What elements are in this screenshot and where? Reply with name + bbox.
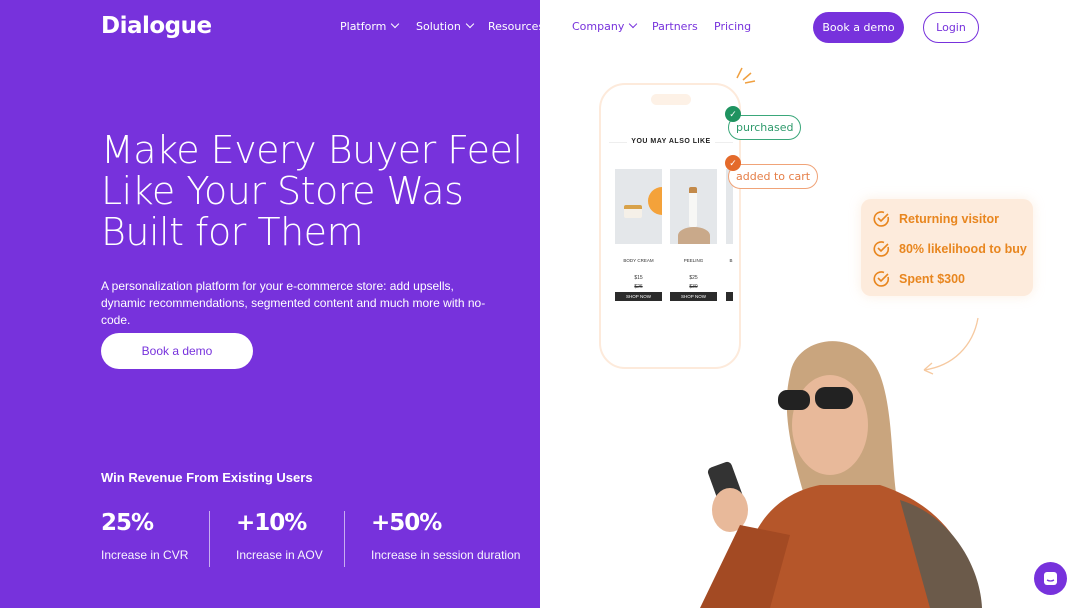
product-image-body-cream	[615, 169, 662, 244]
nav-solution[interactable]: Solution	[416, 19, 475, 33]
check-icon: ✓	[725, 155, 741, 171]
shop-now-button[interactable]	[726, 292, 733, 301]
chevron-down-icon	[629, 19, 638, 29]
nav-pricing[interactable]: Pricing	[714, 20, 751, 33]
hero-subtitle: A personalization platform for your e-co…	[101, 279, 486, 327]
nav-resources[interactable]: Resources	[488, 20, 544, 33]
added-to-cart-tag: added to cart	[728, 164, 819, 189]
login-button[interactable]: Login	[923, 12, 979, 43]
chat-icon	[1044, 572, 1057, 585]
hero-book-demo-button[interactable]: Book a demo	[101, 333, 253, 369]
visitor-attribute: Returning visitor	[899, 211, 1000, 226]
check-circle-icon	[873, 211, 890, 227]
divider	[209, 511, 210, 567]
logo[interactable]: Dialogue	[101, 13, 212, 39]
divider	[344, 511, 345, 567]
nav-company[interactable]: Company	[572, 19, 638, 33]
shop-now-button[interactable]: SHOP NOW	[670, 292, 717, 301]
phone-notch	[651, 94, 691, 105]
nav-partners[interactable]: Partners	[652, 20, 698, 33]
shop-now-button[interactable]: SHOP NOW	[615, 292, 662, 301]
sparkle-icon	[736, 67, 756, 84]
chevron-down-icon	[391, 19, 400, 29]
check-circle-icon	[873, 241, 890, 257]
page-title: Make Every Buyer Feel Like Your Store Wa…	[101, 128, 523, 254]
stats-heading: Win Revenue From Existing Users	[101, 470, 313, 485]
recommendations-heading: YOU MAY ALSO LIKE	[627, 138, 715, 145]
stat-cvr: 25% Increase in CVR	[101, 510, 189, 562]
nav-platform[interactable]: Platform	[340, 19, 400, 33]
visitor-attribute: Spent $300	[899, 271, 966, 286]
chevron-down-icon	[465, 19, 475, 29]
visitor-profile-card: Returning visitor 80% likelihood to buy …	[861, 199, 1033, 296]
book-demo-button[interactable]: Book a demo	[813, 12, 904, 43]
visitor-attribute: 80% likelihood to buy	[899, 241, 1027, 256]
phone-mockup: YOU MAY ALSO LIKE BODY CREAM PEELING B $…	[599, 83, 741, 369]
chat-launcher-button[interactable]	[1034, 562, 1067, 595]
product-image-peeling	[670, 169, 717, 244]
stat-aov: +10% Increase in AOV	[236, 510, 323, 562]
woman-with-phone-photo	[700, 341, 982, 608]
check-icon: ✓	[725, 106, 741, 122]
check-circle-icon	[873, 271, 890, 287]
stat-session: +50% Increase in session duration	[371, 510, 521, 562]
